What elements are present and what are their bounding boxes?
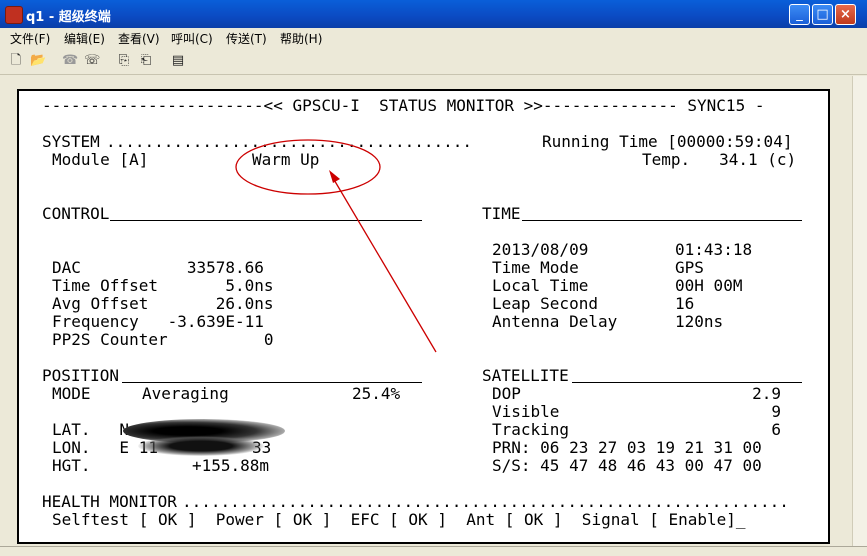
annotation-overlay — [235, 139, 437, 353]
annotation-arrow-line — [332, 177, 437, 353]
annotation-arrowhead — [329, 170, 340, 183]
highlight-ellipse — [235, 139, 381, 195]
